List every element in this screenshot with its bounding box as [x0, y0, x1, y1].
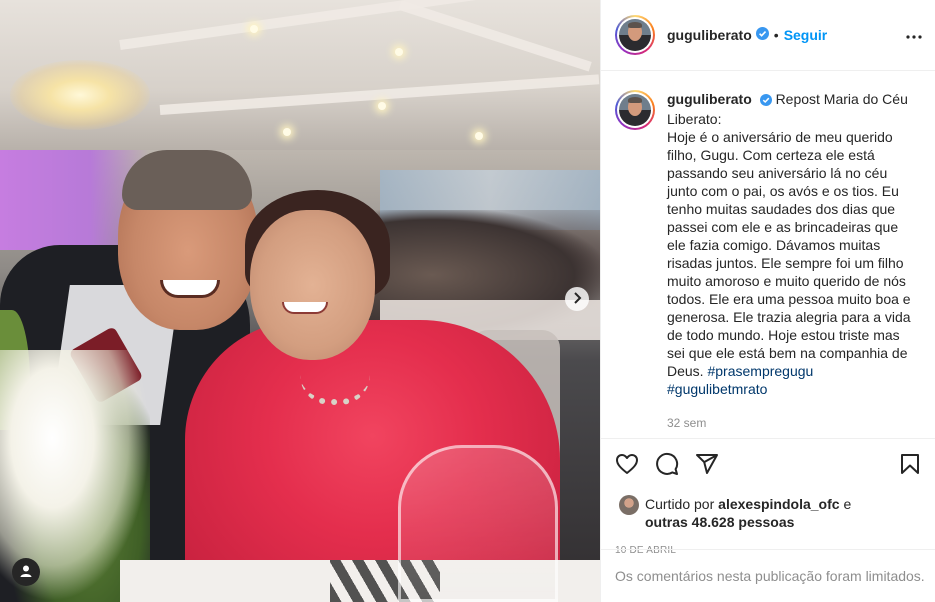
tagged-users-button[interactable] [12, 558, 40, 586]
man-hair [122, 150, 252, 210]
wine-glass [398, 445, 558, 602]
liker-avatar[interactable] [619, 495, 639, 515]
woman-face [250, 210, 375, 360]
ceiling-lamp [475, 132, 483, 140]
verified-badge-icon [759, 92, 772, 110]
verified-badge-icon [755, 27, 769, 43]
likes-joiner: e [843, 496, 852, 512]
likes-prefix: Curtido por [645, 496, 715, 512]
bookmark-icon[interactable] [898, 452, 922, 476]
more-options-icon[interactable] [906, 26, 922, 42]
post-actions: Curtido por alexespindola_ofc e outras 4… [601, 438, 935, 556]
caption-avatar[interactable] [615, 90, 655, 130]
header-username[interactable]: guguliberato [667, 27, 752, 43]
profile-avatar[interactable] [615, 15, 655, 55]
post-photo[interactable] [0, 0, 600, 602]
hashtag-link[interactable]: #gugulibetmrato [667, 381, 767, 397]
caption-text: guguliberato Repost Maria do Céu Liberat… [667, 90, 917, 432]
heart-icon[interactable] [615, 452, 639, 476]
woman-smile [282, 302, 328, 314]
chandelier [10, 60, 150, 130]
next-photo-button[interactable] [565, 287, 589, 311]
follow-button[interactable]: Seguir [784, 27, 828, 43]
likes-summary: Curtido por alexespindola_ofc e outras 4… [615, 495, 922, 531]
ceiling-lamp [378, 102, 386, 110]
ceiling-lamp [283, 128, 291, 136]
header-separator: • [773, 27, 779, 43]
comment-icon[interactable] [655, 452, 679, 476]
caption-username[interactable]: guguliberato [667, 91, 752, 107]
comments-limited-notice: Os comentários nesta publicação foram li… [601, 549, 935, 602]
paper-plane-icon[interactable] [695, 452, 719, 476]
ceiling-lamp [395, 48, 403, 56]
post-age[interactable]: 32 sem [667, 414, 917, 432]
post-header: guguliberato • Seguir [601, 0, 935, 71]
post-side-panel: guguliberato • Seguir guguliberato Repos… [600, 0, 935, 602]
likes-count[interactable]: outras 48.628 pessoas [645, 514, 794, 530]
liked-by-user[interactable]: alexespindola_ofc [718, 496, 839, 512]
caption-body: Hoje é o aniversário de meu querido filh… [667, 129, 911, 379]
man-smile [160, 280, 220, 298]
chevron-right-icon [572, 291, 582, 307]
hashtag-link[interactable]: #prasempregugu [707, 363, 813, 379]
ceiling-lamp [250, 25, 258, 33]
caption-section: guguliberato Repost Maria do Céu Liberat… [601, 72, 935, 438]
user-tag-icon [19, 564, 33, 581]
